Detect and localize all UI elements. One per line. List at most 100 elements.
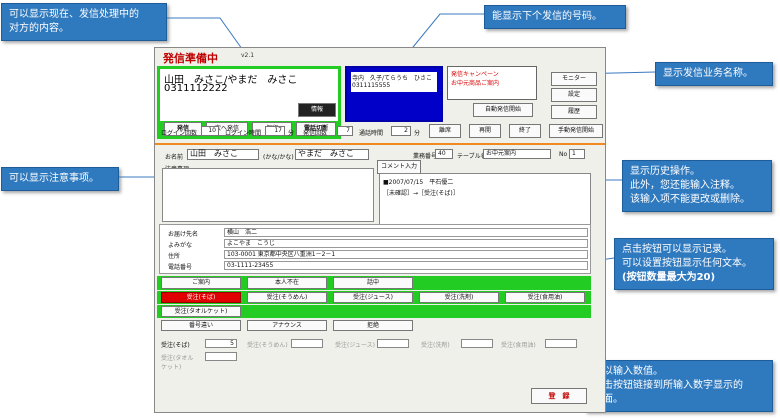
order-juice-button[interactable]: 受注(ジュース) xyxy=(333,292,413,303)
biz-no-label: 業務番号 xyxy=(413,153,438,160)
info-button[interactable]: 情報 xyxy=(298,103,336,117)
callout-next-number: 能显示下个发信的号码。 xyxy=(484,5,626,29)
qty-towel-field[interactable] xyxy=(205,352,237,361)
announce-button[interactable]: アナウンス xyxy=(247,320,327,331)
next-call-panel: 寺内 久子/てらうち ひさこ 0311115555 xyxy=(345,66,443,122)
comment-input-button[interactable]: コメント入力 xyxy=(377,160,421,174)
qty-soba-field[interactable]: 5 xyxy=(205,339,237,348)
qty-label-oil: 受注(食用油) xyxy=(501,342,536,349)
callout-text: 点击按钮可以显示记录。 xyxy=(622,244,732,255)
history-entry: ［未確認］→［受注(そば)］ xyxy=(383,190,459,197)
end-button[interactable]: 終了 xyxy=(509,124,541,138)
no-label: No xyxy=(559,151,568,158)
notes-area xyxy=(162,168,374,222)
next-call-number: 0311115555 xyxy=(352,82,391,89)
login-time-label: ログイン時間 xyxy=(225,130,262,137)
callout-text: (按钮数量最大为20) xyxy=(622,272,716,283)
callout-text: 点击按钮链接到所输入数字显示的 xyxy=(593,380,743,391)
resume-button[interactable]: 再開 xyxy=(469,124,501,138)
callout-text: 该输入项不能更改或删除。 xyxy=(630,194,750,205)
result-button-absent[interactable]: 本人不在 xyxy=(247,277,327,289)
business-panel: 発信キャンペーン お中元商品ご案内 xyxy=(447,66,537,100)
talk-time-label: 通話時間 xyxy=(359,130,384,137)
minutes-unit-1: 分 xyxy=(288,130,295,137)
kana-field[interactable]: やまだ みさこ xyxy=(295,149,369,160)
monitor-button[interactable]: モニター xyxy=(551,72,597,86)
business-name: お中元商品ご案内 xyxy=(451,80,500,87)
qty-label-towel: 受注(タオルケット) xyxy=(161,355,194,371)
customer-phone: 0311112222 xyxy=(164,83,228,94)
section-divider xyxy=(155,143,605,145)
wrong-number-button[interactable]: 番号違い xyxy=(161,320,241,331)
callout-text: 对方的内容。 xyxy=(9,23,69,34)
login-time-field: 17 xyxy=(265,126,285,136)
auto-dial-button[interactable]: 自動発信開始 xyxy=(473,103,533,117)
delivery-name-label: お届け先名 xyxy=(168,231,199,238)
history-entry: ■2007/07/15 平石優二 xyxy=(383,179,454,186)
result-button-guide[interactable]: ご案内 xyxy=(161,277,241,289)
callout-current-party: 可以显示现在、发信处理中的 对方的内容。 xyxy=(1,3,167,41)
reject-button[interactable]: 拒絶 xyxy=(333,320,413,331)
order-somen-button[interactable]: 受注(そうめん) xyxy=(247,292,327,303)
talk-time-field: 2 xyxy=(391,126,411,136)
call-count-field: 7 xyxy=(337,126,353,136)
business-label: 発信キャンペーン xyxy=(451,71,499,78)
phone-value: 03-1111-23455 xyxy=(224,261,588,270)
callout-text: 可以输入数值。 xyxy=(593,366,663,377)
call-count-label: 発信回数 xyxy=(303,130,328,137)
callout-text: 此外，您还能输入注释。 xyxy=(630,180,740,191)
result-button-busy[interactable]: 話中 xyxy=(333,277,413,289)
reading-value: よこやま こうじ xyxy=(224,239,588,248)
callout-text: 可以显示现在、发信处理中的 xyxy=(9,9,139,20)
callout-text: 能显示下个发信的号码。 xyxy=(492,11,602,22)
callout-business-name: 显示发信业务名称。 xyxy=(655,62,773,86)
biz-no-field: 40 xyxy=(435,149,453,159)
version-label: v2.1 xyxy=(241,52,255,59)
title-bar: 発信準備中 v2.1 xyxy=(155,48,605,66)
no-field: 1 xyxy=(569,149,585,159)
callout-text: 可以显示注意事项。 xyxy=(9,173,99,184)
order-towel-button[interactable]: 受注(タオルケット) xyxy=(161,306,241,317)
name-field[interactable]: 山田 みさこ xyxy=(187,149,259,160)
manual-dial-button[interactable]: 手動発信開始 xyxy=(549,124,603,138)
history-area[interactable]: ■2007/07/15 平石優二 ［未確認］→［受注(そば)］ xyxy=(379,173,591,225)
next-call-name: 寺内 久子/てらうち ひさこ xyxy=(352,75,433,82)
next-call-info: 寺内 久子/てらうち ひさこ 0311115555 xyxy=(351,72,437,92)
login-count-field: 10 xyxy=(201,126,219,136)
qty-juice-field[interactable] xyxy=(377,339,409,348)
away-button[interactable]: 離席 xyxy=(429,124,461,138)
order-soba-button[interactable]: 受注(そば) xyxy=(161,292,241,303)
callout-text: 显示历史操作。 xyxy=(630,166,700,177)
table-name-field: お中元案内 xyxy=(483,149,551,159)
call-window: 発信準備中 v2.1 山田 みさこ/やまだ みさこ 0311112222 情報 … xyxy=(154,47,606,413)
minutes-unit-2: 分 xyxy=(414,130,421,137)
address-value: 103-0001 東京都中央区八重洲1－2－1 xyxy=(224,250,588,259)
delivery-info: お届け先名 横山 浩二 よみがな よこやま こうじ 住所 103-0001 東京… xyxy=(159,224,591,274)
qty-label-juice: 受注(ジュース) xyxy=(335,342,375,349)
register-button[interactable]: 登 録 xyxy=(531,388,587,404)
qty-label-detergent: 受注(洗剤) xyxy=(421,342,450,349)
reading-label: よみがな xyxy=(168,242,193,249)
name-label: お名前 xyxy=(165,154,184,161)
callout-notes: 可以显示注意事项。 xyxy=(1,167,119,191)
login-count-label: ログイン回数 xyxy=(161,130,198,137)
settings-button[interactable]: 設定 xyxy=(551,88,597,102)
order-oil-button[interactable]: 受注(食用油) xyxy=(505,292,585,303)
qty-oil-field[interactable] xyxy=(545,339,577,348)
result-button-grid: ご案内 本人不在 話中 受注(そば) 受注(そうめん) 受注(ジュース) 受注(… xyxy=(157,276,591,332)
delivery-name-value: 横山 浩二 xyxy=(224,228,588,237)
qty-somen-field[interactable] xyxy=(291,339,323,348)
callout-text: 可以设置按钮显示任何文本。 xyxy=(622,258,752,269)
kana-label: (かな/かな) xyxy=(263,154,294,161)
callout-numbers: 可以输入数值。 点击按钮链接到所输入数字显示的 界面。 xyxy=(585,360,773,412)
qty-label-soba: 受注(そば) xyxy=(161,342,190,349)
callout-text: 界面。 xyxy=(593,394,623,405)
callout-buttons: 点击按钮可以显示记录。 可以设置按钮显示任何文本。 (按钮数量最大为20) xyxy=(614,238,774,290)
window-title: 発信準備中 xyxy=(163,52,218,65)
phone-label: 電話番号 xyxy=(168,264,193,271)
order-detergent-button[interactable]: 受注(洗剤) xyxy=(419,292,499,303)
history-button[interactable]: 履歴 xyxy=(551,105,597,119)
address-label: 住所 xyxy=(168,253,181,260)
qty-label-somen: 受注(そうめん) xyxy=(247,342,288,349)
qty-detergent-field[interactable] xyxy=(461,339,493,348)
